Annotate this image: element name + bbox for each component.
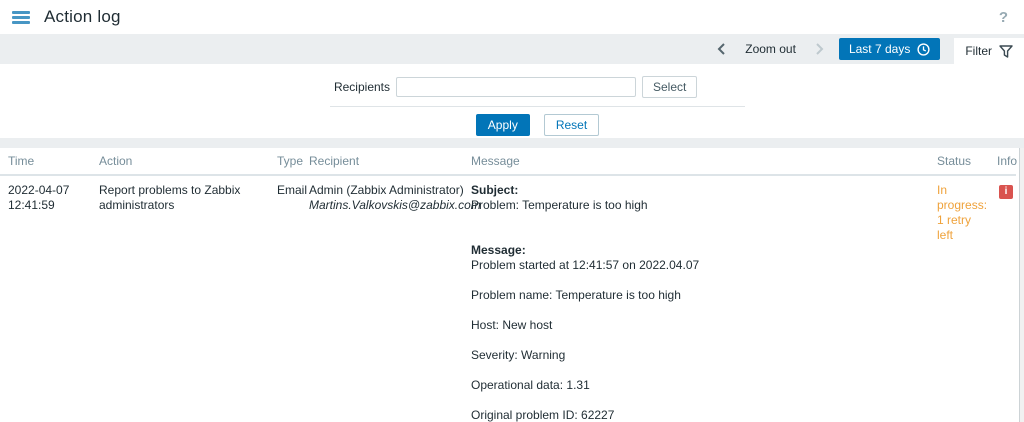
col-header-message: Message xyxy=(466,148,932,175)
cell-action: Report problems to Zabbix administrators xyxy=(94,175,272,422)
col-header-type: Type xyxy=(272,148,304,175)
info-icon[interactable]: i xyxy=(999,185,1013,199)
apply-button[interactable]: Apply xyxy=(476,114,530,136)
message-subject-label: Subject: xyxy=(471,183,927,198)
action-log-table: Time Action Type Recipient Message Statu… xyxy=(0,148,1016,422)
chevron-right-icon xyxy=(815,43,824,55)
time-range-label: Last 7 days xyxy=(849,42,910,56)
chevron-left-icon xyxy=(717,43,726,55)
action-log-table-wrap: Time Action Type Recipient Message Statu… xyxy=(0,148,1024,422)
recipients-input[interactable] xyxy=(396,77,636,97)
time-back-button[interactable] xyxy=(708,38,735,60)
cell-message: Subject: Problem: Temperature is too hig… xyxy=(466,175,932,422)
time-forward-button[interactable] xyxy=(806,38,833,60)
time-filter-bar: Zoom out Last 7 days Filter xyxy=(0,34,1024,64)
filter-panel: Recipients Select Apply Reset xyxy=(0,64,1024,138)
recipient-email: Martins.Valkovskis@zabbix.com xyxy=(309,198,461,213)
section-gap xyxy=(0,138,1024,148)
col-header-status: Status xyxy=(932,148,992,175)
reset-button[interactable]: Reset xyxy=(544,114,599,136)
cell-status: In progress: 1 retry left xyxy=(932,175,992,422)
message-body-label: Message: xyxy=(471,243,927,258)
menu-icon[interactable] xyxy=(12,11,30,24)
col-header-info: Info xyxy=(992,148,1016,175)
top-bar: Action log ? xyxy=(0,0,1024,34)
time-range-button[interactable]: Last 7 days xyxy=(839,38,940,60)
select-button[interactable]: Select xyxy=(642,76,697,98)
cell-recipient: Admin (Zabbix Administrator) Martins.Val… xyxy=(304,175,466,422)
recipients-label: Recipients xyxy=(300,80,390,94)
page-title: Action log xyxy=(44,7,121,27)
table-row: 2022-04-07 12:41:59 Report problems to Z… xyxy=(0,175,1016,422)
cell-time: 2022-04-07 12:41:59 xyxy=(0,175,94,422)
message-subject: Problem: Temperature is too high xyxy=(471,198,927,213)
table-header-row: Time Action Type Recipient Message Statu… xyxy=(0,148,1016,175)
col-header-action: Action xyxy=(94,148,272,175)
filter-tab-label: Filter xyxy=(965,44,992,58)
col-header-time: Time xyxy=(0,148,94,175)
funnel-icon xyxy=(999,45,1013,58)
cell-info: i xyxy=(992,175,1016,422)
scrollbar[interactable] xyxy=(1019,148,1024,422)
action-log-page: Action log ? Zoom out Last 7 days xyxy=(0,0,1024,422)
zoom-out-button[interactable]: Zoom out xyxy=(735,38,806,60)
recipient-name: Admin (Zabbix Administrator) xyxy=(309,183,461,198)
message-body: Problem started at 12:41:57 on 2022.04.0… xyxy=(471,258,927,422)
tab-filter[interactable]: Filter xyxy=(954,38,1024,64)
cell-type: Email xyxy=(272,175,304,422)
clock-icon xyxy=(917,43,930,56)
filter-divider xyxy=(330,106,745,107)
help-icon[interactable]: ? xyxy=(995,9,1012,26)
col-header-recipient: Recipient xyxy=(304,148,466,175)
